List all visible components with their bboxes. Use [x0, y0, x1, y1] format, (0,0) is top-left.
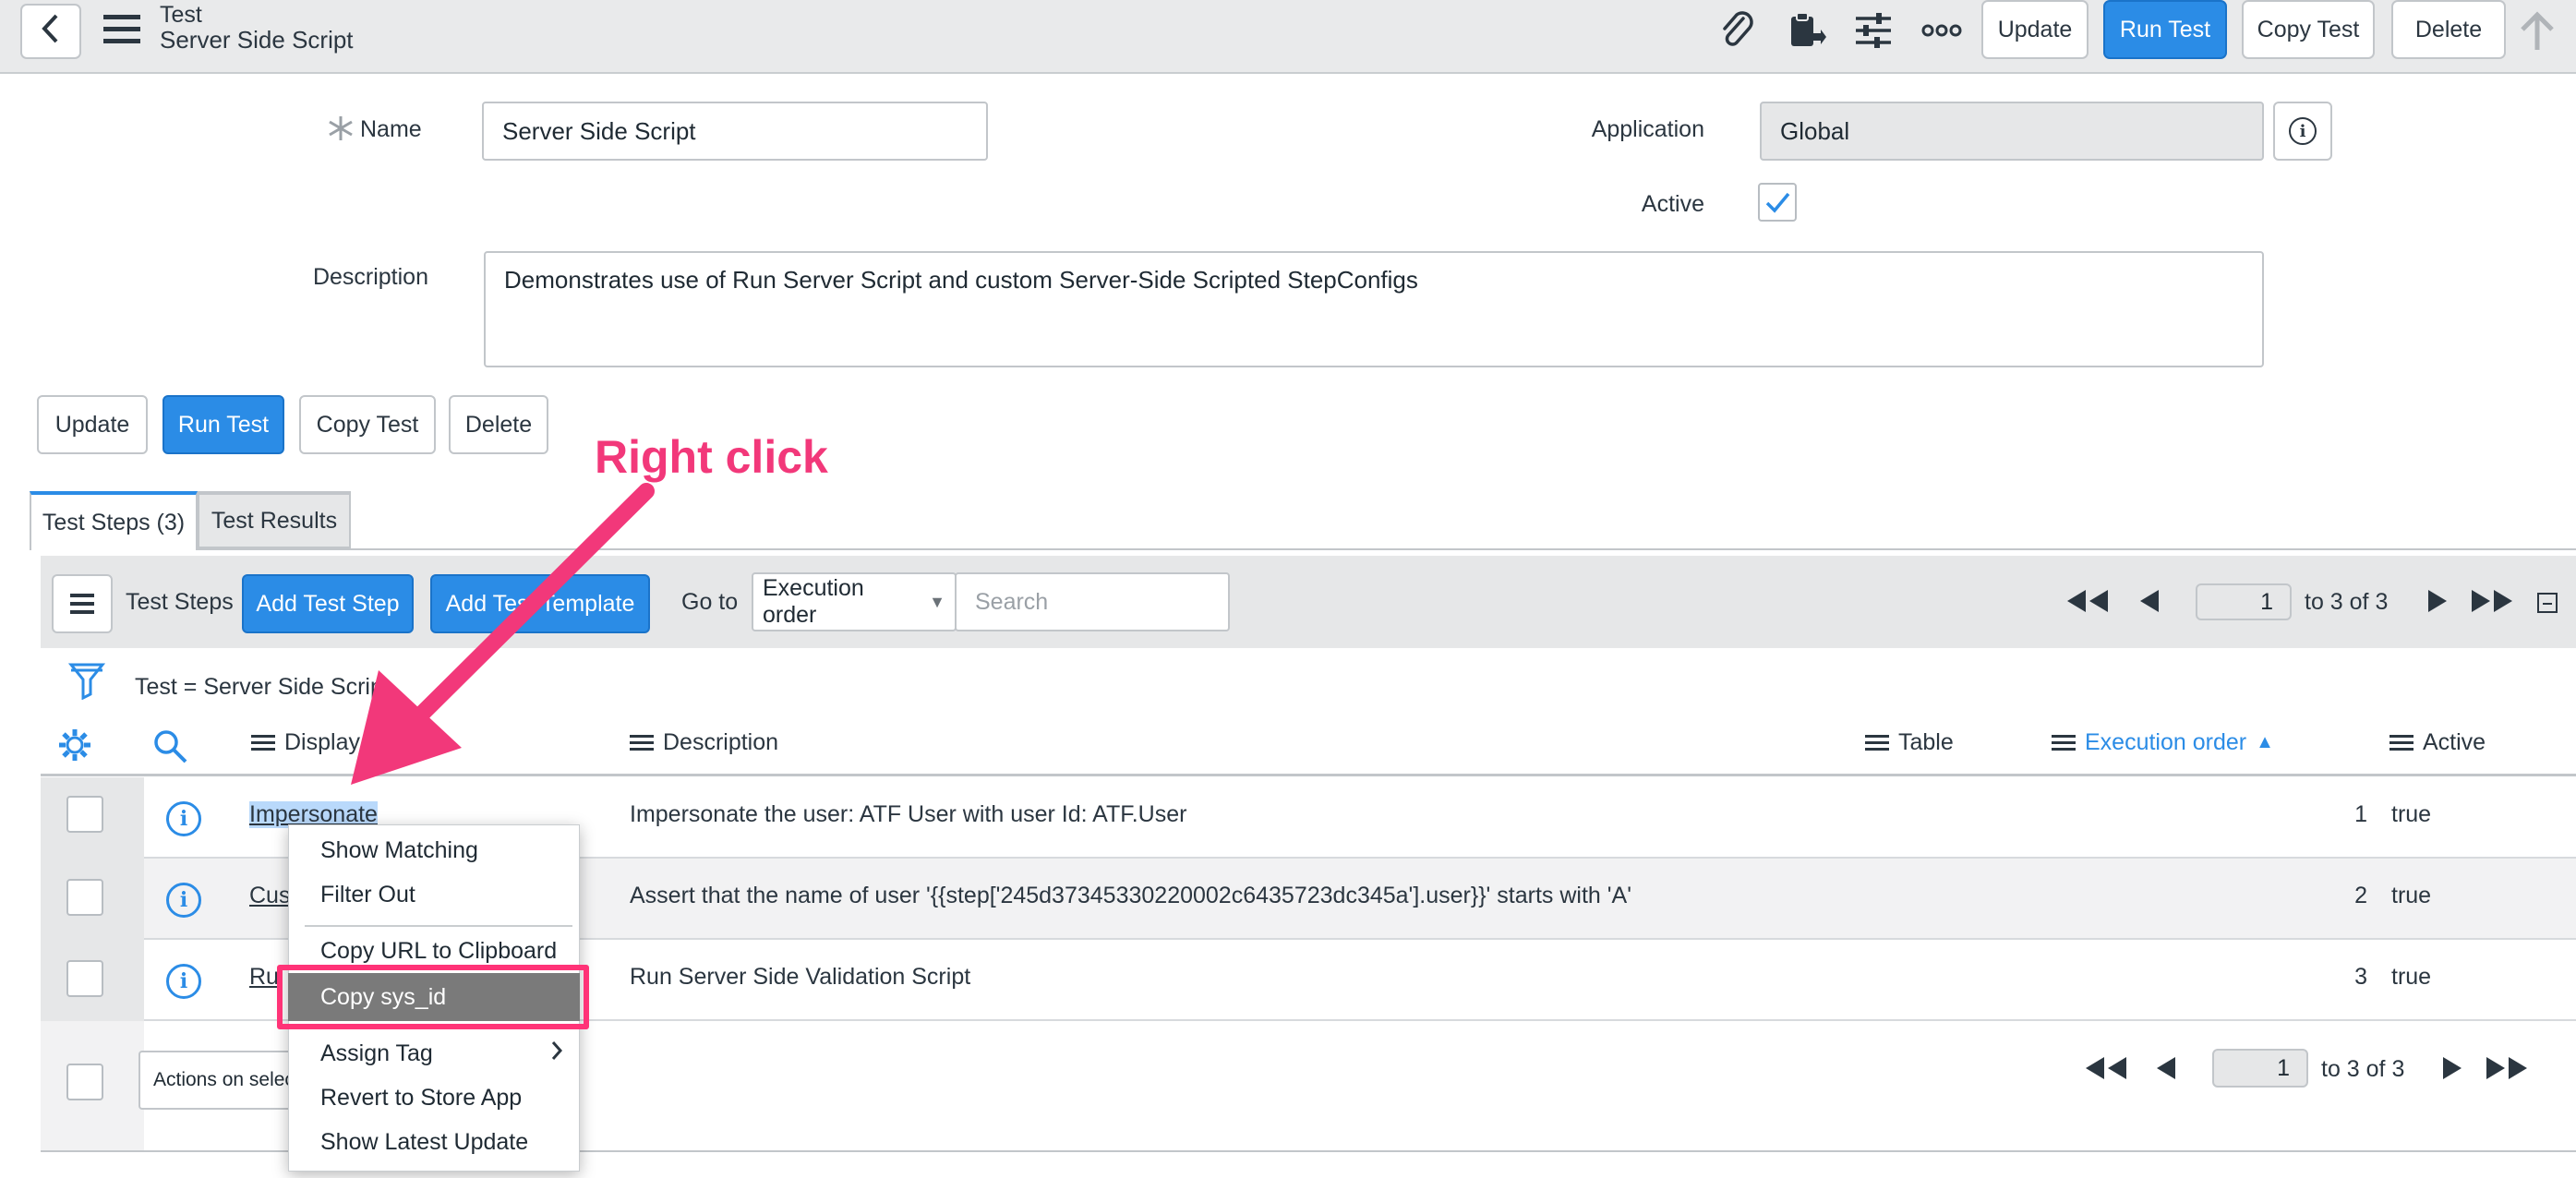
- row-description: Assert that the name of user '{{step['24…: [630, 883, 1631, 908]
- row-description: Impersonate the user: ATF User with user…: [630, 801, 1187, 827]
- active-label: Active: [1641, 191, 1704, 217]
- column-menu-icon: [1865, 731, 1889, 754]
- header-title: Test: [160, 2, 202, 28]
- first-page-icon[interactable]: [2064, 578, 2111, 624]
- copy-test-button[interactable]: Copy Test: [299, 395, 436, 454]
- footer-first-page-icon[interactable]: [2083, 1045, 2129, 1091]
- menu-item-copy-url[interactable]: Copy URL to Clipboard: [288, 932, 580, 969]
- column-table-label: Table: [1898, 729, 1954, 755]
- info-icon[interactable]: i: [166, 883, 201, 918]
- next-page-icon[interactable]: [2421, 578, 2454, 624]
- footer-previous-page-icon[interactable]: [2149, 1045, 2183, 1091]
- sliders-icon[interactable]: [1850, 7, 1896, 54]
- name-label: Name: [360, 116, 422, 142]
- footer-page-number-input[interactable]: 1: [2212, 1049, 2308, 1088]
- application-field[interactable]: Global: [1760, 102, 2264, 161]
- search-icon[interactable]: [151, 727, 188, 764]
- application-label: Application: [1591, 116, 1704, 142]
- column-description-label: Description: [663, 729, 779, 755]
- header-delete-button[interactable]: Delete: [2391, 0, 2506, 59]
- menu-item-show-latest-update[interactable]: Show Latest Update: [288, 1124, 580, 1160]
- chevron-left-icon: [40, 12, 62, 52]
- row-active: true: [2391, 801, 2432, 827]
- filter-icon[interactable]: [67, 661, 106, 701]
- info-icon[interactable]: i: [166, 964, 201, 999]
- footer-last-page-icon[interactable]: [2484, 1045, 2530, 1091]
- row-display-link[interactable]: Ru: [249, 964, 279, 991]
- column-menu-icon: [251, 731, 275, 754]
- annotation-arrow: [351, 483, 655, 785]
- active-checkbox[interactable]: [1758, 183, 1797, 222]
- gear-icon[interactable]: [57, 727, 92, 763]
- page-number-input[interactable]: 1: [2196, 583, 2292, 620]
- list-search-input[interactable]: Search: [955, 572, 1230, 631]
- hamburger-icon: [70, 594, 94, 614]
- page-range-text: to 3 of 3: [2305, 589, 2389, 615]
- collapse-icon[interactable]: [2537, 593, 2558, 613]
- run-test-button[interactable]: Run Test: [163, 395, 284, 454]
- list-menu-button[interactable]: [52, 574, 113, 633]
- menu-item-assign-tag[interactable]: Assign Tag: [288, 1035, 580, 1072]
- row-active: true: [2391, 964, 2432, 990]
- header-update-button[interactable]: Update: [1981, 0, 2088, 59]
- back-button[interactable]: [20, 4, 81, 59]
- row-checkbox[interactable]: [66, 879, 103, 916]
- row-order: 3: [2354, 964, 2367, 990]
- header-run-test-button[interactable]: Run Test: [2103, 0, 2227, 59]
- goto-select-value: Execution order: [763, 575, 864, 628]
- tab-test-results[interactable]: Test Results: [198, 491, 351, 548]
- row-description: Run Server Side Validation Script: [630, 964, 971, 990]
- mandatory-icon: [327, 114, 355, 142]
- footer-page-range-text: to 3 of 3: [2321, 1056, 2405, 1082]
- row-display-link[interactable]: Cus: [249, 883, 290, 909]
- name-field[interactable]: Server Side Script: [482, 102, 988, 161]
- column-header-execution-order[interactable]: Execution order ▲: [2052, 729, 2274, 756]
- menu-item-filter-out[interactable]: Filter Out: [288, 876, 580, 913]
- search-placeholder: Search: [975, 588, 1049, 615]
- sort-ascending-icon: ▲: [2256, 732, 2274, 752]
- menu-separator: [305, 925, 572, 927]
- column-active-label: Active: [2423, 729, 2486, 755]
- last-page-icon[interactable]: [2469, 578, 2515, 624]
- column-header-table[interactable]: Table: [1865, 729, 1954, 756]
- description-field[interactable]: Demonstrates use of Run Server Script an…: [484, 251, 2264, 367]
- column-menu-icon: [2052, 731, 2076, 754]
- header-subtitle: Server Side Script: [160, 26, 354, 54]
- info-icon: i: [2289, 117, 2317, 145]
- paperclip-icon[interactable]: [1714, 7, 1760, 54]
- row-order: 2: [2354, 883, 2367, 908]
- more-icon[interactable]: [1919, 7, 1965, 54]
- dropdown-icon: ▼: [929, 592, 945, 611]
- tab-test-steps[interactable]: Test Steps (3): [30, 491, 198, 550]
- footer-next-page-icon[interactable]: [2436, 1045, 2469, 1091]
- arrow-up-icon[interactable]: [2517, 9, 2558, 52]
- column-menu-icon: [2389, 731, 2413, 754]
- clipboard-export-icon[interactable]: [1782, 7, 1828, 54]
- chevron-right-icon: [550, 1040, 563, 1068]
- select-all-checkbox[interactable]: [66, 1064, 103, 1100]
- column-header-active[interactable]: Active: [2389, 729, 2486, 756]
- delete-button[interactable]: Delete: [449, 395, 548, 454]
- goto-label: Go to: [681, 589, 739, 615]
- column-execution-order-label: Execution order: [2085, 729, 2247, 755]
- row-checkbox[interactable]: [66, 796, 103, 833]
- list-title: Test Steps: [126, 589, 234, 615]
- hamburger-icon[interactable]: [102, 13, 142, 46]
- application-info-button[interactable]: i: [2273, 102, 2332, 161]
- header-copy-test-button[interactable]: Copy Test: [2242, 0, 2375, 59]
- highlight-box: [277, 965, 589, 1029]
- description-label: Description: [312, 264, 428, 290]
- menu-item-show-matching[interactable]: Show Matching: [288, 832, 580, 869]
- row-checkbox[interactable]: [66, 960, 103, 997]
- update-button[interactable]: Update: [37, 395, 148, 454]
- row-active: true: [2391, 883, 2432, 908]
- menu-item-revert-store-app[interactable]: Revert to Store App: [288, 1079, 580, 1116]
- checkmark-icon: [1765, 192, 1790, 213]
- menu-item-assign-tag-label: Assign Tag: [320, 1040, 433, 1066]
- previous-page-icon[interactable]: [2133, 578, 2166, 624]
- goto-select[interactable]: Execution order ▼: [752, 572, 957, 631]
- row-order: 1: [2354, 801, 2367, 827]
- info-icon[interactable]: i: [166, 801, 201, 836]
